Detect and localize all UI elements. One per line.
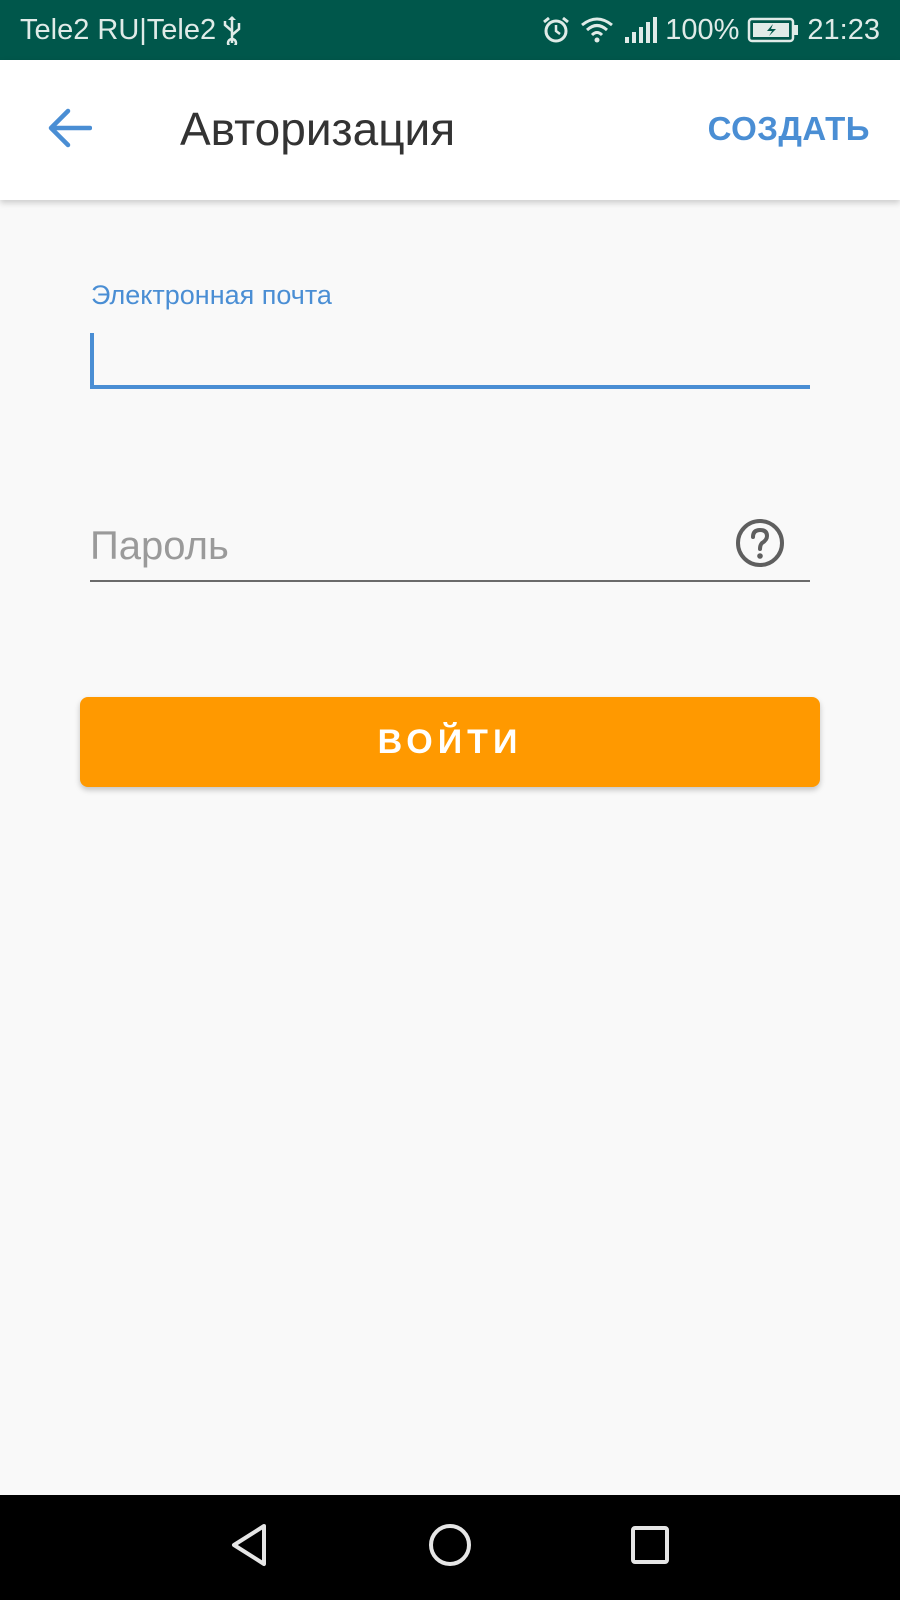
nav-back-button[interactable] (220, 1517, 280, 1577)
usb-icon (222, 15, 242, 45)
question-circle-icon[interactable] (735, 518, 785, 568)
app-bar: Авторизация СОЗДАТЬ (0, 60, 900, 200)
page-title: Авторизация (180, 103, 456, 155)
battery-percent: 100% (665, 13, 740, 46)
carrier-name: Tele2 RU|Tele2 (20, 13, 217, 46)
system-nav-bar (0, 1495, 900, 1600)
back-button[interactable] (40, 100, 100, 160)
password-field[interactable] (90, 512, 810, 582)
status-right: 100% 21:23 (541, 14, 880, 47)
alarm-icon (541, 15, 571, 45)
email-field[interactable] (90, 325, 810, 389)
back-triangle-icon (228, 1522, 272, 1573)
email-field-label: Электронная почта (91, 280, 332, 310)
recents-square-icon (629, 1524, 671, 1571)
arrow-left-icon (48, 108, 93, 153)
battery-icon (747, 16, 799, 44)
clock: 21:23 (807, 13, 880, 46)
nav-recents-button[interactable] (620, 1517, 680, 1577)
signal-icon (623, 15, 658, 45)
status-left: Tele2 RU|Tele2 (20, 14, 242, 47)
create-account-button[interactable]: СОЗДАТЬ (708, 110, 870, 148)
login-button[interactable]: ВОЙТИ (80, 697, 820, 787)
text-caret (90, 333, 94, 388)
status-bar: Tele2 RU|Tele2 100% 21:23 (0, 0, 900, 60)
wifi-icon (579, 15, 615, 45)
home-circle-icon (427, 1522, 473, 1573)
nav-home-button[interactable] (420, 1517, 480, 1577)
